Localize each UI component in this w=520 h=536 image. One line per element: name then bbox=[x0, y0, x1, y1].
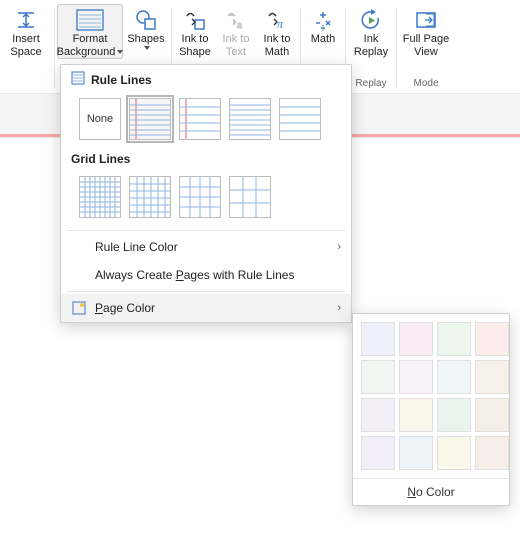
separator bbox=[67, 230, 345, 231]
format-background-button[interactable]: Format Background bbox=[57, 4, 123, 59]
ink-replay-icon bbox=[359, 8, 383, 32]
cmd-label: Format bbox=[73, 33, 108, 46]
grid-large-swatch[interactable] bbox=[179, 176, 221, 218]
page-color-grid bbox=[353, 314, 509, 478]
ink-to-math-icon: π bbox=[265, 8, 289, 32]
page-color-flyout: No Color bbox=[352, 313, 510, 506]
group-insert-space: InsertSpace bbox=[0, 4, 52, 93]
menu-item-label: Page Color bbox=[95, 301, 155, 315]
full-page-view-button[interactable]: Full PageView bbox=[399, 4, 453, 59]
ink-to-shape-button[interactable]: Ink toShape bbox=[174, 4, 216, 59]
ink-to-text-icon: a bbox=[224, 8, 248, 32]
rule-none-swatch[interactable]: None bbox=[79, 98, 121, 140]
page-color-swatch[interactable] bbox=[437, 436, 471, 470]
separator bbox=[396, 8, 397, 88]
always-create-item[interactable]: Always Create Pages with Rule Lines bbox=[61, 261, 351, 289]
no-color-label: No Color bbox=[407, 485, 454, 499]
page-color-swatch[interactable] bbox=[437, 398, 471, 432]
rule-standard-swatch[interactable] bbox=[229, 98, 271, 140]
full-page-view-icon bbox=[414, 8, 438, 32]
page-color-swatch[interactable] bbox=[475, 360, 509, 394]
group-label: Replay bbox=[355, 78, 386, 89]
page-color-swatch[interactable] bbox=[399, 436, 433, 470]
page-color-swatch[interactable] bbox=[361, 360, 395, 394]
section-title-text: Grid Lines bbox=[71, 152, 130, 166]
cmd-label: Ink toMath bbox=[264, 33, 291, 58]
grid-lines-section-title: Grid Lines bbox=[61, 150, 351, 168]
cmd-label: InsertSpace bbox=[10, 33, 41, 58]
cmd-label: Math bbox=[311, 33, 335, 46]
rule-line-color-item[interactable]: Rule Line Color › bbox=[61, 233, 351, 261]
blank-icon bbox=[71, 267, 87, 283]
chevron-right-icon: › bbox=[337, 241, 341, 253]
grid-medium-swatch[interactable] bbox=[129, 176, 171, 218]
rule-lines-icon bbox=[71, 71, 85, 88]
page-color-swatch[interactable] bbox=[361, 436, 395, 470]
math-icon bbox=[311, 8, 335, 32]
cmd-label: InkReplay bbox=[354, 33, 388, 58]
page-color-swatch[interactable] bbox=[437, 360, 471, 394]
page-color-swatch[interactable] bbox=[475, 398, 509, 432]
format-background-panel: Rule Lines None Grid Lines bbox=[60, 64, 352, 323]
separator bbox=[67, 291, 345, 292]
rule-narrow-swatch[interactable] bbox=[129, 98, 171, 140]
insert-space-button[interactable]: InsertSpace bbox=[0, 4, 52, 59]
no-color-item[interactable]: No Color bbox=[353, 478, 509, 505]
shapes-button[interactable]: Shapes bbox=[123, 4, 169, 51]
svg-text:a: a bbox=[237, 19, 242, 31]
separator bbox=[54, 8, 55, 88]
page-color-swatch[interactable] bbox=[361, 322, 395, 356]
svg-text:π: π bbox=[277, 17, 284, 31]
cmd-label: Full PageView bbox=[403, 33, 449, 58]
group-full-page-view: Full PageView Mode bbox=[399, 4, 453, 93]
blank-icon bbox=[71, 239, 87, 255]
rule-lines-section-title: Rule Lines bbox=[61, 65, 351, 90]
page-color-swatch[interactable] bbox=[437, 322, 471, 356]
ink-to-text-button: a Ink toText bbox=[216, 4, 256, 59]
cmd-label: Ink toShape bbox=[179, 33, 211, 58]
group-label: Mode bbox=[413, 78, 438, 89]
cmd-label: Shapes bbox=[127, 33, 164, 46]
section-title-text: Rule Lines bbox=[91, 73, 152, 87]
rule-lines-swatches: None bbox=[61, 90, 351, 150]
insert-space-icon bbox=[14, 8, 38, 32]
chevron-right-icon: › bbox=[337, 302, 341, 314]
page-color-swatch[interactable] bbox=[399, 398, 433, 432]
page-color-icon bbox=[71, 300, 87, 316]
cmd-label: Ink toText bbox=[223, 33, 250, 58]
page-color-swatch[interactable] bbox=[475, 322, 509, 356]
page-color-item[interactable]: Page Color › bbox=[61, 294, 351, 322]
rule-wide-swatch[interactable] bbox=[279, 98, 321, 140]
page-color-swatch[interactable] bbox=[475, 436, 509, 470]
group-ink-replay: InkReplay Replay bbox=[348, 4, 394, 93]
chevron-down-icon bbox=[144, 46, 150, 50]
grid-small-swatch[interactable] bbox=[79, 176, 121, 218]
menu-item-label: Rule Line Color bbox=[95, 240, 178, 254]
cmd-label: Background bbox=[57, 46, 124, 59]
grid-xlarge-swatch[interactable] bbox=[229, 176, 271, 218]
ink-to-math-button[interactable]: π Ink toMath bbox=[256, 4, 298, 59]
grid-lines-swatches bbox=[61, 168, 351, 228]
shapes-icon bbox=[134, 8, 158, 32]
math-button[interactable]: Math bbox=[303, 4, 343, 47]
ink-replay-button[interactable]: InkReplay bbox=[348, 4, 394, 59]
page-color-swatch[interactable] bbox=[361, 398, 395, 432]
page-color-swatch[interactable] bbox=[399, 322, 433, 356]
format-background-icon bbox=[75, 8, 105, 32]
rule-college-swatch[interactable] bbox=[179, 98, 221, 140]
ink-to-shape-icon bbox=[183, 8, 207, 32]
menu-item-label: Always Create Pages with Rule Lines bbox=[95, 268, 294, 282]
page-color-swatch[interactable] bbox=[399, 360, 433, 394]
